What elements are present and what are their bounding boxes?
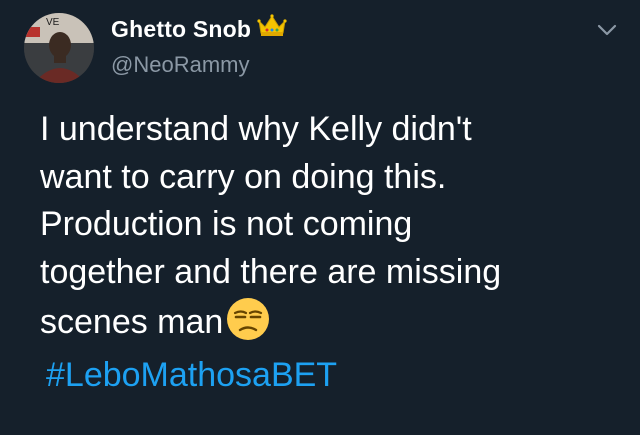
tweet-card: VE Ghetto Snob @NeoRammy I understand wh… [0,0,640,435]
tweet-text-line: scenes man [40,303,224,341]
display-name[interactable]: Ghetto Snob [111,16,251,43]
display-name-row: Ghetto Snob [111,13,287,44]
chevron-down-icon[interactable] [596,22,618,38]
unamused-face-emoji-icon [225,296,271,342]
avatar[interactable]: VE [24,13,94,83]
crown-icon [257,13,287,42]
avatar-banner-text: VE [46,17,60,28]
user-handle[interactable]: @NeoRammy [111,52,249,78]
hashtag-link[interactable]: #LeboMathosaBET [46,352,337,399]
tweet-text-line: want to carry on doing this. [40,157,447,196]
tweet-text-line: Production is not coming [40,205,413,243]
tweet-text: I understand why Kelly didn't want to ca… [40,106,630,347]
tweet-text-line: together and there are missing [40,252,502,291]
tweet-text-line: I understand why Kelly didn't [40,110,472,148]
